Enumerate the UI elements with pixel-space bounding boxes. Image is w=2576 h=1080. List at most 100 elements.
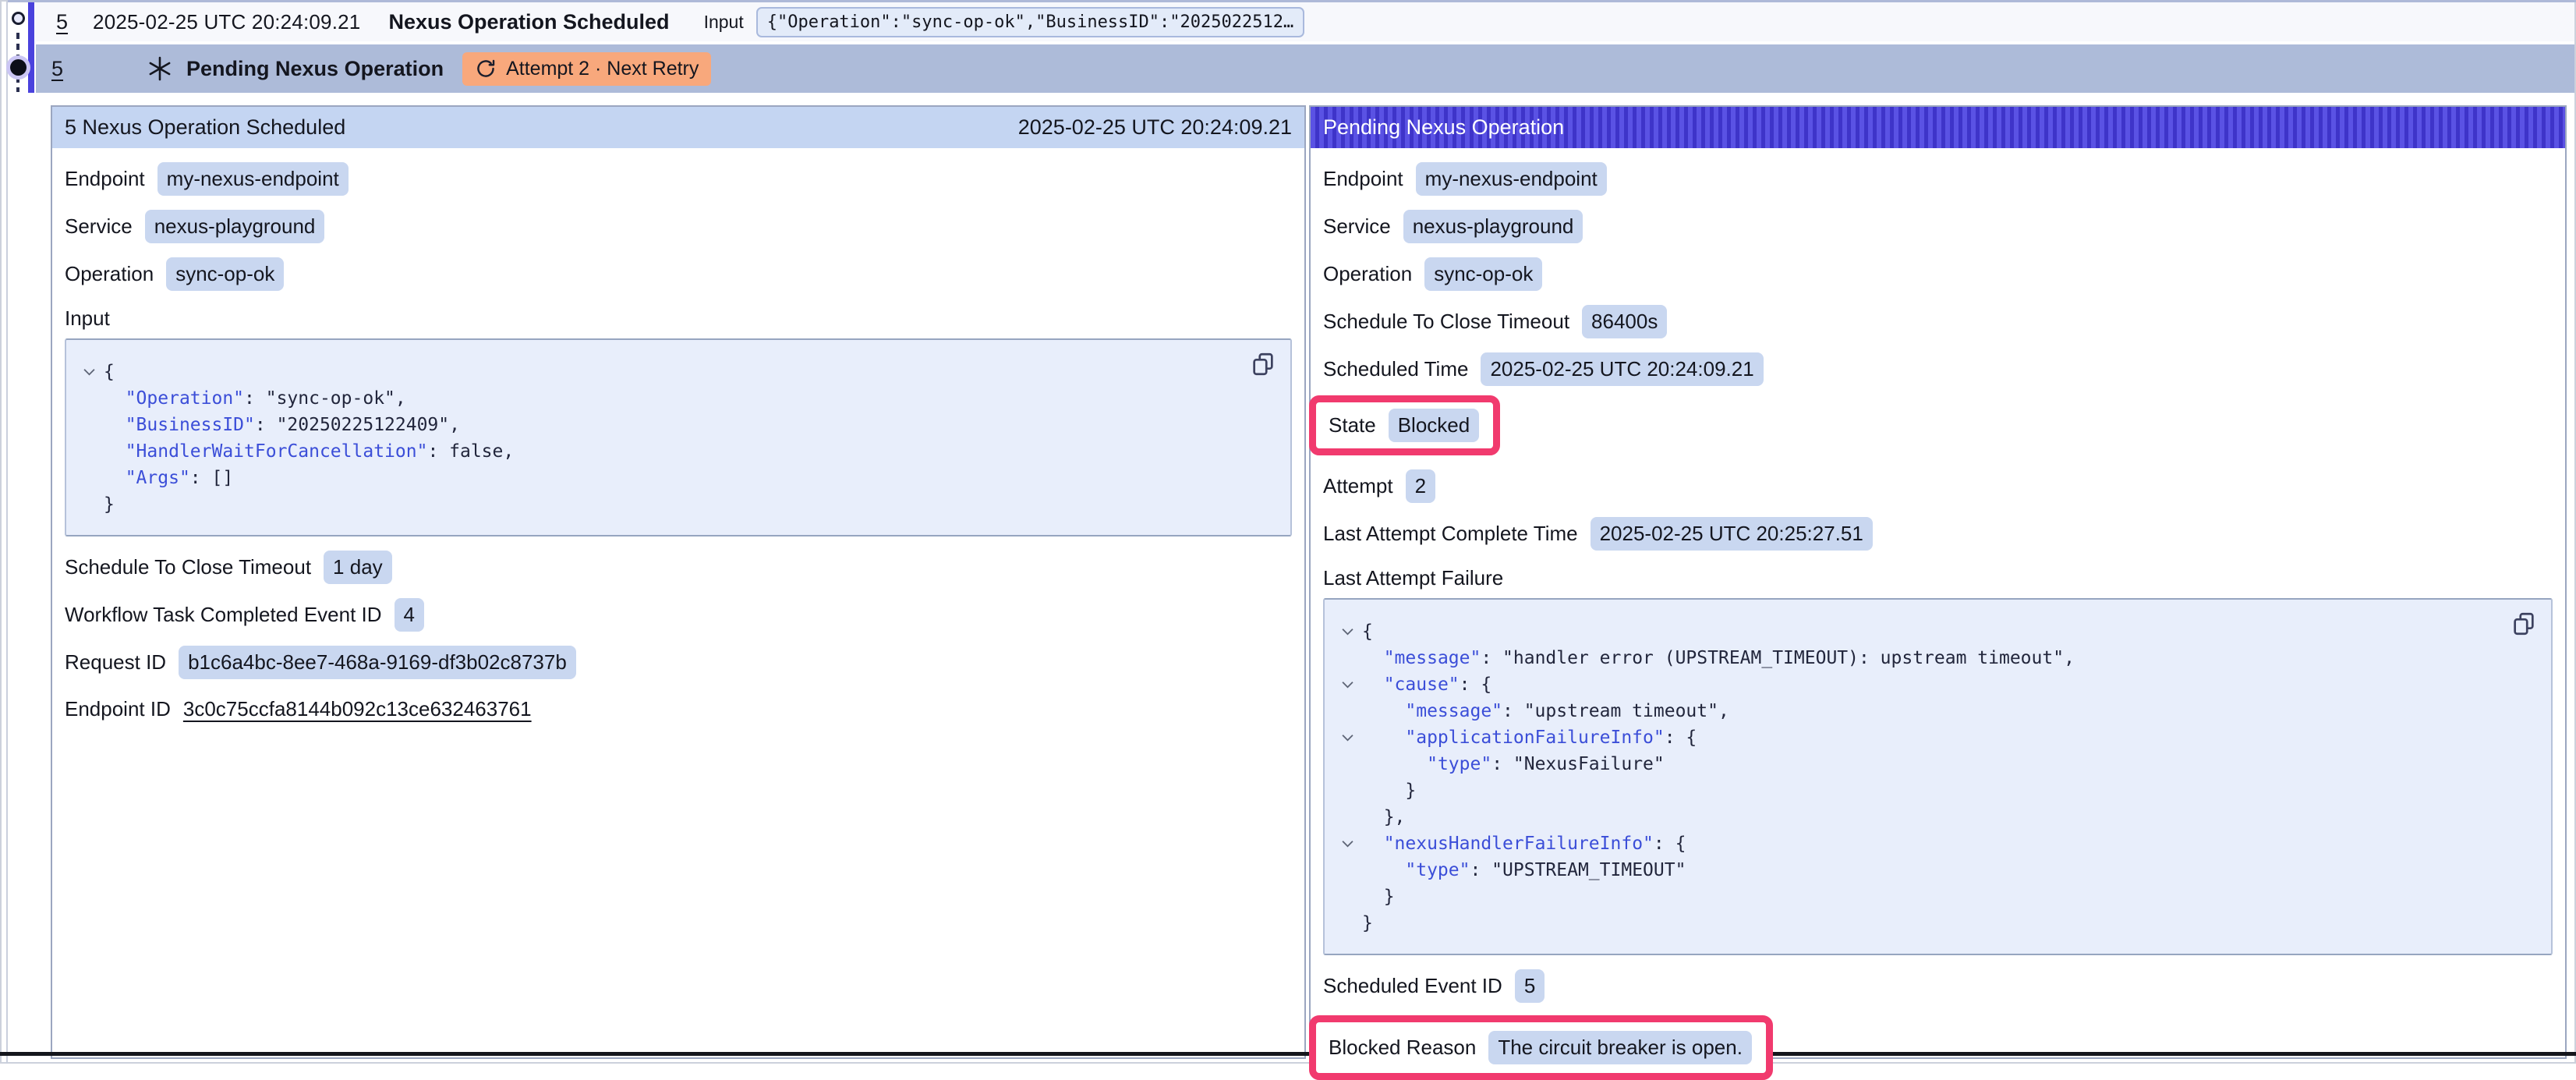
left-panel-timestamp: 2025-02-25 UTC 20:24:09.21 bbox=[1018, 115, 1292, 140]
field-label: Last Attempt Complete Time bbox=[1323, 522, 1578, 546]
code-gutter bbox=[74, 491, 104, 518]
code-gutter bbox=[74, 385, 104, 412]
field-row: Scheduled Event ID5 bbox=[1323, 969, 2553, 1003]
left-panel-title: 5 Nexus Operation Scheduled bbox=[65, 115, 345, 140]
code-line: "BusinessID": "20250225122409", bbox=[74, 412, 1275, 438]
field-value-badge: 86400s bbox=[1582, 305, 1667, 338]
field-label: Request ID bbox=[65, 650, 166, 675]
event-id-link[interactable]: 5 bbox=[56, 10, 68, 34]
field-value-badge: 1 day bbox=[324, 551, 392, 584]
field-label: Schedule To Close Timeout bbox=[65, 555, 311, 579]
collapse-chevron-icon[interactable] bbox=[1332, 618, 1362, 645]
field-value-badge: The circuit breaker is open. bbox=[1488, 1031, 1752, 1064]
json-code-block: { "Operation": "sync-op-ok", "BusinessID… bbox=[65, 338, 1292, 536]
code-line: "Operation": "sync-op-ok", bbox=[74, 385, 1275, 412]
field-label: Workflow Task Completed Event ID bbox=[65, 603, 382, 627]
code-text: } bbox=[1362, 777, 1416, 804]
code-text: { bbox=[1362, 618, 1373, 645]
code-gutter bbox=[1332, 910, 1362, 937]
field-row: StateBlocked bbox=[1329, 409, 1479, 442]
code-text: "nexusHandlerFailureInfo": { bbox=[1362, 830, 1686, 857]
timeline-pending-marker-icon bbox=[10, 59, 27, 76]
event-input-preview-chip[interactable]: {"Operation":"sync-op-ok","BusinessID":"… bbox=[756, 7, 1305, 37]
field-row: Endpoint ID3c0c75ccfa8144b092c13ce632463… bbox=[65, 693, 1292, 724]
event-title: Nexus Operation Scheduled bbox=[388, 10, 669, 34]
field-row: Operationsync-op-ok bbox=[65, 257, 1292, 291]
field-label: Attempt bbox=[1323, 474, 1393, 498]
code-text: } bbox=[104, 491, 115, 518]
code-text: "Operation": "sync-op-ok", bbox=[104, 385, 406, 412]
field-row: Workflow Task Completed Event ID4 bbox=[65, 598, 1292, 632]
code-gutter bbox=[1332, 645, 1362, 671]
retry-badge-label: Attempt 2 · Next Retry bbox=[506, 58, 699, 80]
field-value-badge: my-nexus-endpoint bbox=[1416, 162, 1607, 196]
event-row[interactable]: 5 2025-02-25 UTC 20:24:09.21 Nexus Opera… bbox=[36, 2, 2574, 41]
right-panel-header: Pending Nexus Operation bbox=[1311, 107, 2565, 148]
field-value-badge: 2025-02-25 UTC 20:25:27.51 bbox=[1591, 517, 1873, 551]
field-value-badge: nexus-playground bbox=[1403, 210, 1583, 243]
field-value-badge: 5 bbox=[1515, 969, 1545, 1003]
event-detail-panel: 5 Nexus Operation Scheduled 2025-02-25 U… bbox=[51, 105, 1306, 1059]
collapse-chevron-icon[interactable] bbox=[74, 359, 104, 385]
field-value-badge: sync-op-ok bbox=[166, 257, 284, 291]
field-label: Scheduled Time bbox=[1323, 357, 1468, 381]
collapse-chevron-icon[interactable] bbox=[1332, 671, 1362, 698]
copy-icon[interactable] bbox=[1250, 351, 1276, 377]
collapse-chevron-icon[interactable] bbox=[1332, 724, 1362, 751]
event-input-label: Input bbox=[704, 12, 744, 33]
left-panel-header: 5 Nexus Operation Scheduled 2025-02-25 U… bbox=[52, 107, 1304, 148]
annotation-highlight-box: StateBlocked bbox=[1309, 395, 1500, 455]
right-panel-body: Endpointmy-nexus-endpointServicenexus-pl… bbox=[1311, 162, 2565, 1080]
code-text: "Args": [] bbox=[104, 465, 233, 491]
annotation-highlight-box: Blocked Reason The circuit breaker is ope… bbox=[1309, 1015, 1773, 1080]
code-text: "BusinessID": "20250225122409", bbox=[104, 412, 460, 438]
code-text: "message": "handler error (UPSTREAM_TIME… bbox=[1362, 645, 2075, 671]
pending-operation-row[interactable]: 5 Pending Nexus Operation Attempt 2 · Ne… bbox=[36, 44, 2574, 93]
field-row: Endpointmy-nexus-endpoint bbox=[1323, 162, 2553, 196]
code-line: "cause": { bbox=[1332, 671, 2535, 698]
code-text: }, bbox=[1362, 804, 1405, 830]
field-label: Blocked Reason bbox=[1329, 1036, 1476, 1060]
field-row: Last Attempt Complete Time 2025-02-25 UTC… bbox=[1323, 517, 2553, 551]
field-value-badge: b1c6a4bc-8ee7-468a-9169-df3b02c8737b bbox=[179, 646, 576, 679]
field-value-badge: 2 bbox=[1406, 469, 1435, 503]
code-gutter bbox=[1332, 698, 1362, 724]
copy-icon[interactable] bbox=[2511, 611, 2537, 637]
retry-icon bbox=[475, 58, 497, 80]
field-label: Service bbox=[65, 214, 133, 239]
code-line: "message": "handler error (UPSTREAM_TIME… bbox=[1332, 645, 2535, 671]
code-line: } bbox=[74, 491, 1275, 518]
field-label: Endpoint bbox=[65, 167, 145, 191]
temporal-event-history-screen: 5 2025-02-25 UTC 20:24:09.21 Nexus Opera… bbox=[0, 0, 2576, 1064]
code-text: { bbox=[104, 359, 115, 385]
code-text: "applicationFailureInfo": { bbox=[1362, 724, 1697, 751]
code-line: { bbox=[74, 359, 1275, 385]
code-gutter bbox=[1332, 883, 1362, 910]
collapse-chevron-icon[interactable] bbox=[1332, 830, 1362, 857]
code-line: } bbox=[1332, 910, 2535, 937]
code-line: } bbox=[1332, 777, 2535, 804]
code-line: "message": "upstream timeout", bbox=[1332, 698, 2535, 724]
code-text: "message": "upstream timeout", bbox=[1362, 698, 1729, 724]
code-gutter bbox=[74, 412, 104, 438]
field-row: Operationsync-op-ok bbox=[1323, 257, 2553, 291]
code-gutter bbox=[1332, 857, 1362, 883]
section-label: Last Attempt Failure bbox=[1323, 566, 2553, 590]
code-line: "type": "NexusFailure" bbox=[1332, 751, 2535, 777]
field-value-badge: nexus-playground bbox=[145, 210, 325, 243]
code-line: "applicationFailureInfo": { bbox=[1332, 724, 2535, 751]
event-timestamp: 2025-02-25 UTC 20:24:09.21 bbox=[93, 10, 360, 34]
field-row: Request ID b1c6a4bc-8ee7-468a-9169-df3b02… bbox=[65, 646, 1292, 679]
field-value-badge: Blocked bbox=[1389, 409, 1480, 442]
pending-operation-panel: Pending Nexus Operation Endpointmy-nexus… bbox=[1309, 105, 2567, 1059]
pending-id-link[interactable]: 5 bbox=[51, 57, 63, 81]
field-row: Service nexus-playground bbox=[65, 210, 1292, 243]
code-text: } bbox=[1362, 910, 1373, 937]
field-value-link[interactable]: 3c0c75ccfa8144b092c13ce632463761 bbox=[183, 697, 532, 721]
code-text: "type": "UPSTREAM_TIMEOUT" bbox=[1362, 857, 1686, 883]
code-line: { bbox=[1332, 618, 2535, 645]
section-label: Input bbox=[65, 306, 1292, 331]
retry-attempt-badge: Attempt 2 · Next Retry bbox=[462, 52, 711, 86]
pending-title: Pending Nexus Operation bbox=[186, 57, 444, 81]
field-row: Endpointmy-nexus-endpoint bbox=[65, 162, 1292, 196]
